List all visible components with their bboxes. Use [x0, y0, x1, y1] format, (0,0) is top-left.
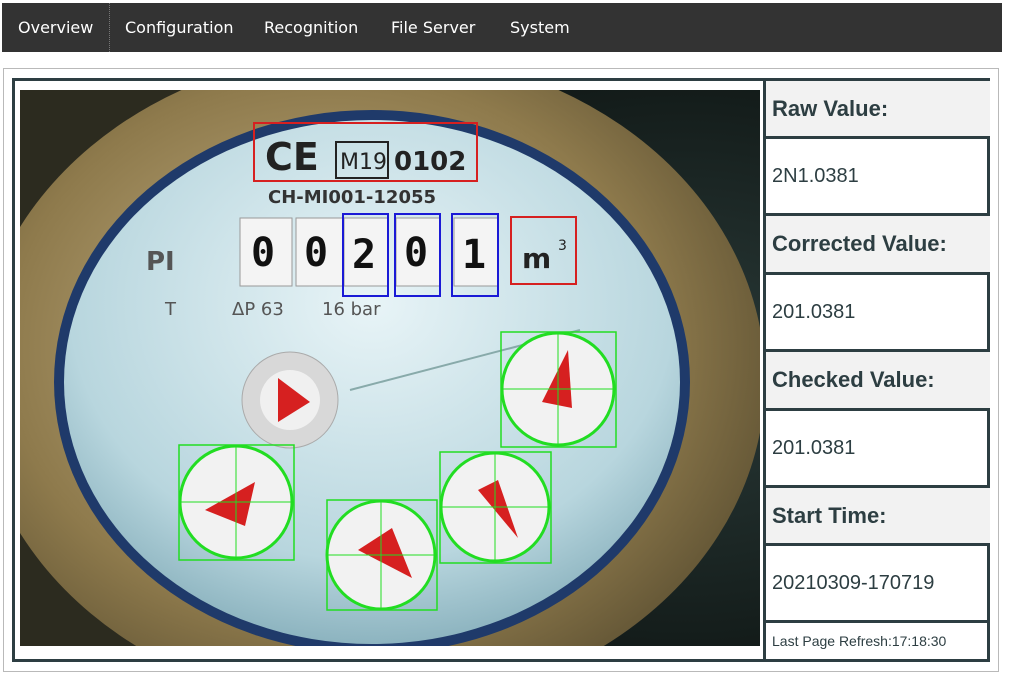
- start-time-header: Start Time:: [766, 488, 990, 546]
- svg-text:M19: M19: [340, 150, 387, 175]
- nav-overview[interactable]: Overview: [18, 3, 93, 52]
- svg-text:ΔP 63: ΔP 63: [232, 299, 284, 320]
- svg-text:CH-MI001-12055: CH-MI001-12055: [268, 187, 436, 208]
- svg-text:1: 1: [462, 232, 486, 278]
- corrected-value-label: Corrected Value:: [772, 231, 947, 256]
- start-time-cell: 20210309-170719: [766, 546, 990, 623]
- corrected-value-header: Corrected Value:: [766, 216, 990, 275]
- checked-value: 201.0381: [772, 436, 856, 459]
- svg-text:T: T: [164, 299, 177, 320]
- nav-separator: [109, 3, 110, 52]
- meter-camera-image: CE M19 0102 CH-MI001-12055 0 0 2 0 1 m 3…: [20, 90, 760, 646]
- svg-text:m: m: [522, 242, 551, 275]
- checked-value-cell: 201.0381: [766, 411, 990, 488]
- nav-recognition[interactable]: Recognition: [264, 3, 358, 52]
- svg-text:0: 0: [251, 230, 275, 276]
- svg-text:0: 0: [404, 230, 428, 276]
- svg-text:PI: PI: [146, 247, 175, 277]
- start-time-value: 20210309-170719: [772, 571, 935, 594]
- svg-text:0: 0: [304, 230, 328, 276]
- last-refresh-cell: Last Page Refresh:17:18:30: [766, 623, 990, 659]
- meter-image-svg: CE M19 0102 CH-MI001-12055 0 0 2 0 1 m 3…: [20, 90, 760, 646]
- raw-value-header: Raw Value:: [766, 81, 990, 139]
- raw-value-cell: 2N1.0381: [766, 139, 990, 216]
- raw-value: 2N1.0381: [772, 164, 859, 187]
- nav-system[interactable]: System: [510, 3, 570, 52]
- corrected-value-cell: 201.0381: [766, 275, 990, 352]
- checked-value-header: Checked Value:: [766, 352, 990, 411]
- nav-file-server[interactable]: File Server: [391, 3, 475, 52]
- raw-value-label: Raw Value:: [772, 95, 889, 121]
- checked-value-label: Checked Value:: [772, 367, 935, 392]
- start-time-label: Start Time:: [772, 502, 887, 528]
- svg-text:16 bar: 16 bar: [322, 299, 381, 320]
- corrected-value: 201.0381: [772, 300, 856, 323]
- nav-configuration[interactable]: Configuration: [125, 3, 234, 52]
- last-page-refresh: Last Page Refresh:17:18:30: [772, 633, 947, 649]
- top-nav: Overview Configuration Recognition File …: [2, 3, 1002, 52]
- svg-text:0102: 0102: [394, 147, 466, 177]
- svg-text:3: 3: [558, 238, 567, 254]
- svg-text:2: 2: [352, 232, 376, 278]
- svg-text:CE: CE: [265, 135, 319, 179]
